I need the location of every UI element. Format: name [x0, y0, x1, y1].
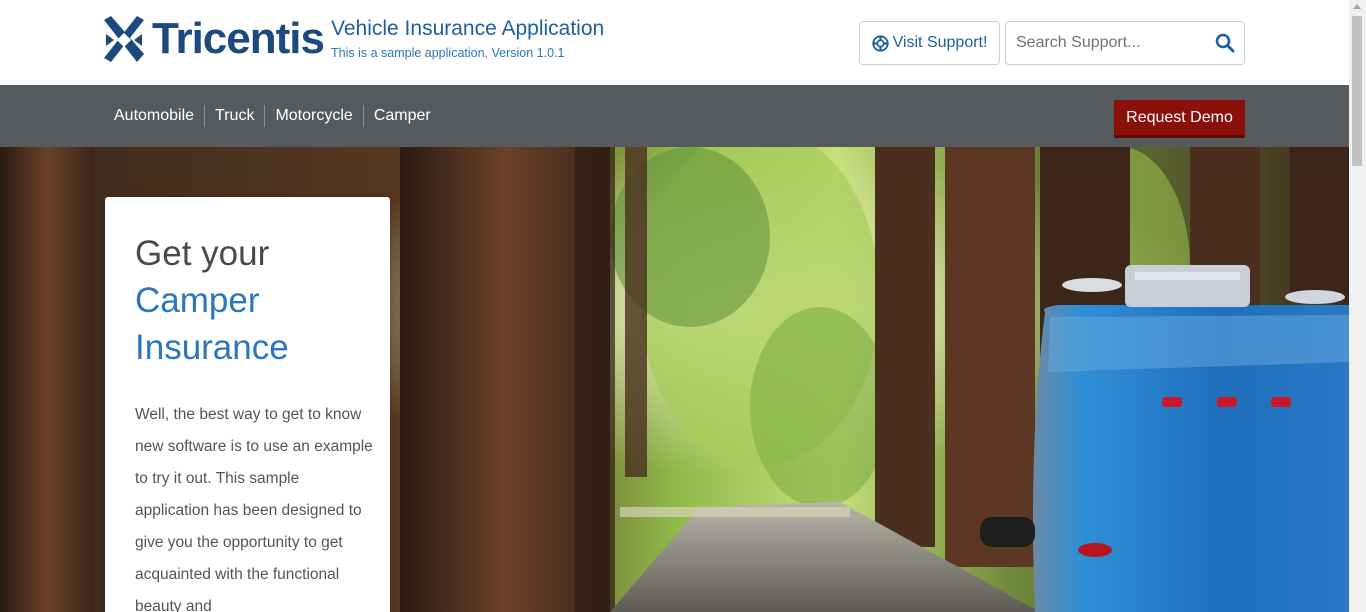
tricentis-x-logo-icon: [104, 16, 144, 62]
logo-text: Tricentis: [152, 14, 325, 63]
tricentis-logo[interactable]: Tricentis: [104, 14, 325, 63]
app-subtitle: This is a sample application, Version 1.…: [331, 46, 565, 60]
header: Tricentis Vehicle Insurance Application …: [0, 0, 1349, 85]
nav-item-camper[interactable]: Camper: [362, 105, 441, 127]
hero-body-text: Well, the best way to get to know new so…: [135, 406, 373, 612]
request-demo-button[interactable]: Request Demo: [1114, 100, 1245, 135]
hero-banner: Get your Camper Insurance Well, the best…: [0, 147, 1349, 612]
scroll-up-arrow-icon[interactable]: [1353, 4, 1361, 9]
nav-item-motorcycle[interactable]: Motorcycle: [264, 105, 362, 127]
search-icon[interactable]: [1215, 33, 1235, 53]
hero-heading-line1: Get your: [135, 234, 270, 273]
app-title: Vehicle Insurance Application: [331, 17, 605, 40]
main-navbar: Automobile Truck Motorcycle Camper Reque…: [0, 85, 1349, 147]
visit-support-label: Visit Support!: [892, 34, 988, 51]
hero-heading-line3: Insurance: [135, 328, 289, 367]
intro-card: Get your Camper Insurance Well, the best…: [105, 197, 390, 612]
search-input[interactable]: [1007, 23, 1202, 63]
search-box: [1005, 21, 1245, 65]
scroll-thumb[interactable]: [1352, 16, 1362, 166]
hero-heading: Get your Camper Insurance: [135, 230, 375, 371]
lifebuoy-icon: [871, 34, 889, 52]
vertical-scrollbar[interactable]: [1349, 0, 1366, 612]
visit-support-button[interactable]: Visit Support!: [859, 21, 1000, 65]
nav-menu: Automobile Truck Motorcycle Camper: [104, 85, 441, 147]
nav-item-truck[interactable]: Truck: [204, 105, 264, 127]
hero-heading-line2: Camper: [135, 281, 260, 320]
nav-item-automobile[interactable]: Automobile: [104, 105, 204, 127]
